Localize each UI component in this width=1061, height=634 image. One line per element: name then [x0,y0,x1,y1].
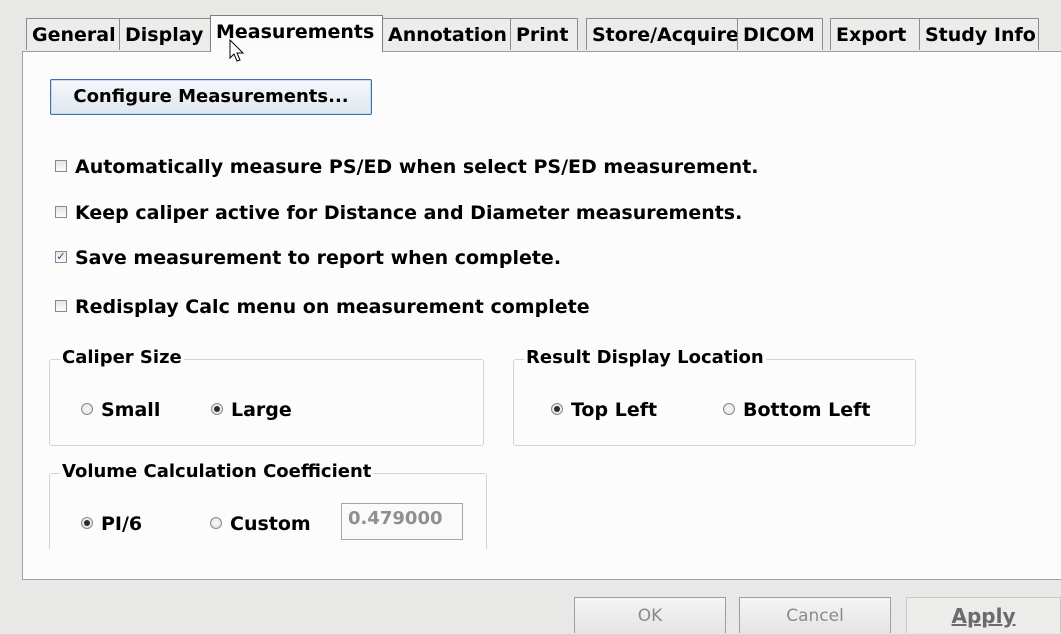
tab-display[interactable]: Display [119,18,211,50]
measurements-panel: Configure Measurements... Automatically … [22,51,1061,580]
tab-store-acquire[interactable]: Store/Acquire [586,18,739,50]
caliper-size-group: Caliper Size Small Large [49,346,484,446]
checkbox-box[interactable] [55,299,67,312]
tab-export[interactable]: Export [830,18,920,50]
radio-button[interactable] [723,402,735,415]
tab-print[interactable]: Print [510,18,578,50]
ok-button[interactable]: OK [574,597,726,633]
radio-label: Custom [230,513,311,535]
auto-measure-ps-ed-checkbox[interactable]: Automatically measure PS/ED when select … [55,155,759,179]
result-display-location-title: Result Display Location [524,346,766,370]
result-top-left-radio[interactable]: Top Left [551,398,657,422]
radio-label: Large [231,399,292,421]
apply-label: Apply [951,604,1016,628]
caliper-size-title: Caliper Size [60,346,184,370]
radio-label: Small [101,399,161,421]
checkbox-box[interactable] [55,159,67,172]
result-display-location-group: Result Display Location Top Left Bottom … [513,346,916,446]
redisplay-calc-menu-checkbox[interactable]: Redisplay Calc menu on measurement compl… [55,295,590,319]
checkbox-label: Save measurement to report when complete… [75,247,562,269]
volume-pi6-radio[interactable]: PI/6 [81,512,142,536]
apply-button[interactable]: Apply [906,597,1061,633]
tab-dicom[interactable]: DICOM [737,18,823,50]
result-bottom-left-radio[interactable]: Bottom Left [723,398,871,422]
volume-calculation-coefficient-title: Volume Calculation Coefficient [60,460,374,484]
radio-button[interactable] [210,516,222,529]
tab-bar: General Display Measurements Annotation … [26,15,1061,52]
checkbox-label: Keep caliper active for Distance and Dia… [75,202,743,224]
radio-label: Bottom Left [743,399,871,421]
cancel-button[interactable]: Cancel [739,597,891,633]
configure-measurements-button[interactable]: Configure Measurements... [50,79,372,115]
volume-calculation-coefficient-group: Volume Calculation Coefficient PI/6 Cust… [49,460,487,549]
keep-caliper-active-checkbox[interactable]: Keep caliper active for Distance and Dia… [55,201,742,225]
checkbox-label: Redisplay Calc menu on measurement compl… [75,296,590,318]
tab-annotation[interactable]: Annotation [382,18,511,50]
radio-button[interactable] [81,402,93,415]
volume-custom-radio[interactable]: Custom [210,512,311,536]
checkbox-box-checked[interactable]: ✓ [55,250,67,263]
radio-button-selected[interactable] [81,516,93,529]
checkbox-label: Automatically measure PS/ED when select … [75,156,759,178]
radio-button-selected[interactable] [551,402,563,415]
tab-study-info[interactable]: Study Info [919,18,1039,50]
radio-label: Top Left [571,399,658,421]
radio-button-selected[interactable] [211,402,223,415]
caliper-small-radio[interactable]: Small [81,398,160,422]
tab-general[interactable]: General [26,18,120,50]
save-measurement-checkbox[interactable]: ✓ Save measurement to report when complet… [55,246,561,270]
radio-label: PI/6 [101,513,143,535]
checkbox-box[interactable] [55,205,67,218]
caliper-large-radio[interactable]: Large [211,398,292,422]
custom-coefficient-input[interactable]: 0.479000 [341,503,463,540]
mouse-cursor-icon [229,39,245,62]
